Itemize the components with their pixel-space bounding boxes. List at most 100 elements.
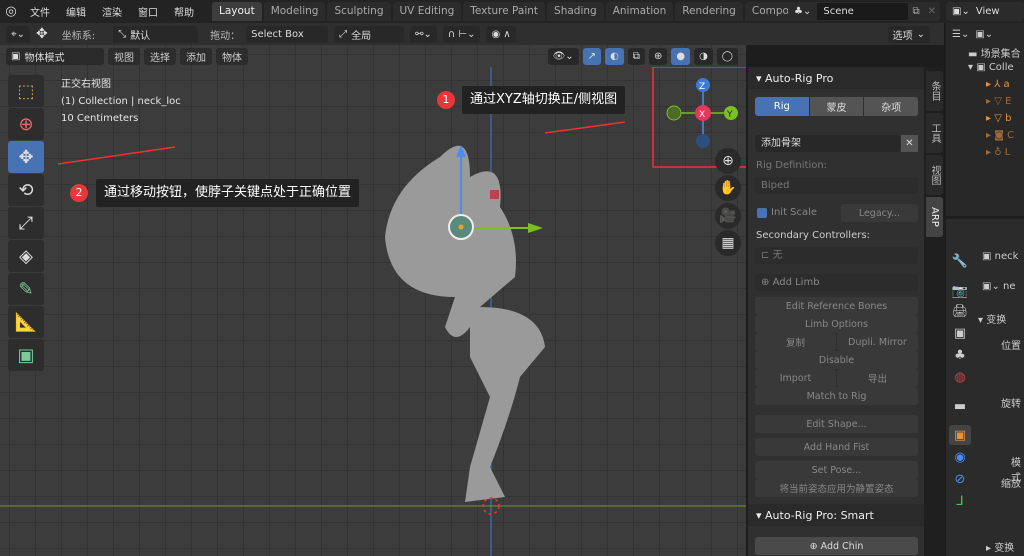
transform-section[interactable]: ▾ 变换 xyxy=(978,311,1006,326)
smart-panel-header[interactable]: ▾ Auto-Rig Pro: Smart xyxy=(748,504,924,526)
collection-row[interactable]: ▾ ▣ Colle xyxy=(946,62,1024,79)
tab-tool[interactable]: 工具 xyxy=(926,113,943,153)
init-scale-checkbox[interactable] xyxy=(757,208,767,218)
outliner-item[interactable]: ▸ ▽ E xyxy=(946,96,1024,113)
shading-solid[interactable]: ● xyxy=(671,47,691,65)
overlay-toggle[interactable]: ◐ xyxy=(605,47,624,65)
rig-definition-dropdown[interactable]: Biped xyxy=(755,177,918,194)
menu-object[interactable]: 物体 xyxy=(216,47,248,65)
physics-props-icon[interactable]: ◉ xyxy=(949,447,971,467)
blender-logo-icon[interactable]: ◎ xyxy=(0,4,22,19)
menu-window[interactable]: 窗口 xyxy=(130,4,166,19)
tab-rig[interactable]: Rig xyxy=(755,97,809,116)
view-layer-props-icon[interactable]: ▣ xyxy=(949,323,971,343)
menu-help[interactable]: 帮助 xyxy=(166,4,202,19)
snap-dropdown[interactable]: ∩ ⊢⌄ xyxy=(442,25,481,43)
transform-tool-dropdown[interactable]: ⌖⌄ xyxy=(6,25,31,43)
outliner-item[interactable]: ▸ ◙ C xyxy=(946,130,1024,147)
workspace-tab-uv-editing[interactable]: UV Editing xyxy=(392,2,462,21)
copy-button[interactable]: 复制 xyxy=(755,333,836,351)
world-props-icon[interactable]: ◍ xyxy=(949,367,971,387)
scene-props-icon[interactable]: ♣ xyxy=(949,345,971,365)
sidebar-tabs: 条目 工具 视图 ARP xyxy=(924,67,944,556)
copy-icon[interactable]: ⧉ xyxy=(908,6,923,17)
tab-item[interactable]: 条目 xyxy=(926,71,943,111)
display-mode-dropdown[interactable]: ☰⌄ xyxy=(952,29,969,40)
edit-reference-bones-button[interactable]: Edit Reference Bones xyxy=(755,297,918,315)
view-layer-name[interactable]: View xyxy=(976,6,1000,17)
legacy-button[interactable]: Legacy... xyxy=(841,204,918,222)
tab-arp[interactable]: ARP xyxy=(926,197,943,237)
import-button[interactable]: Import xyxy=(755,369,836,387)
add-armature-dropdown[interactable]: 添加骨架 xyxy=(755,135,900,152)
zoom-view-button[interactable]: ⊕ xyxy=(715,148,741,174)
secondary-controllers-dropdown[interactable]: ⊏ 无 xyxy=(755,247,918,264)
outliner-item[interactable]: ▸ ⅄ a xyxy=(946,79,1024,96)
menu-edit[interactable]: 编辑 xyxy=(58,4,94,19)
shading-material[interactable]: ◑ xyxy=(694,47,713,65)
object-name-field[interactable]: ▣⌄ ne xyxy=(982,281,1016,292)
workspace-tab-animation[interactable]: Animation xyxy=(605,2,674,21)
dupli-mirror-button[interactable]: Dupli. Mirror xyxy=(837,333,918,351)
options-dropdown[interactable]: 选项 ⌄ xyxy=(887,25,930,43)
output-props-icon[interactable]: 🖨 xyxy=(949,301,971,321)
visibility-dropdown[interactable]: 👁⌄ xyxy=(547,47,579,65)
remove-armature-button[interactable]: ✕ xyxy=(901,135,918,152)
data-props-icon[interactable]: ⅃ xyxy=(949,491,971,511)
pivot-dropdown[interactable]: ⤢ 全局 xyxy=(334,25,405,43)
constraints-props-icon[interactable]: ⊘ xyxy=(949,469,971,489)
collection-props-icon[interactable]: ▬ xyxy=(949,396,971,416)
menu-view[interactable]: 视图 xyxy=(108,47,140,65)
delta-transform-section[interactable]: ▸ 变换 xyxy=(986,539,1014,554)
gizmo-toggle[interactable]: ↗ xyxy=(582,47,602,65)
outliner-item[interactable]: ▸ ▽ b xyxy=(946,113,1024,130)
export-button[interactable]: 导出 xyxy=(837,369,918,387)
menu-select[interactable]: 选择 xyxy=(144,47,176,65)
workspace-tab-texture-paint[interactable]: Texture Paint xyxy=(463,2,546,21)
apply-rest-pose-button[interactable]: 将当前姿态应用为静置姿态 xyxy=(755,479,918,497)
tab-skin[interactable]: 蒙皮 xyxy=(809,97,864,116)
workspace-tab-sculpting[interactable]: Sculpting xyxy=(327,2,391,21)
pan-view-button[interactable]: ✋ xyxy=(715,175,741,201)
object-props-icon[interactable]: ▣ xyxy=(949,425,971,445)
tool-props-icon[interactable]: 🔧 xyxy=(949,251,971,271)
outliner-item[interactable]: ▸ ♁ L xyxy=(946,147,1024,164)
workspace-tab-rendering[interactable]: Rendering xyxy=(675,2,743,21)
tab-view[interactable]: 视图 xyxy=(926,155,943,195)
menu-add[interactable]: 添加 xyxy=(180,47,212,65)
set-pose-button[interactable]: Set Pose... xyxy=(755,461,918,479)
shading-wireframe[interactable]: ⊕ xyxy=(648,47,668,65)
ortho-toggle-button[interactable]: ▦ xyxy=(715,230,741,256)
limb-options-button[interactable]: Limb Options xyxy=(755,315,918,333)
nav-gizmo-z-label: Z xyxy=(699,82,705,92)
filter-dropdown[interactable]: ▣⌄ xyxy=(975,29,993,40)
proportional-edit-dropdown[interactable]: ◉ ∧ xyxy=(486,25,516,43)
scene-selector[interactable]: ♣⌄ Scene ⧉ ✕ xyxy=(788,2,940,21)
scene-icon: ♣⌄ xyxy=(794,6,812,17)
panel-header[interactable]: ▾ Auto-Rig Pro xyxy=(748,67,924,89)
add-hand-fist-button[interactable]: Add Hand Fist xyxy=(755,438,918,456)
camera-view-button[interactable]: 🎥 xyxy=(715,203,741,229)
workspace-tab-shading[interactable]: Shading xyxy=(547,2,604,21)
mode-dropdown[interactable]: ▣ 物体模式 xyxy=(6,47,104,65)
add-chin-button[interactable]: ⊕ Add Chin xyxy=(755,537,918,555)
shading-rendered[interactable]: ◯ xyxy=(716,47,738,65)
render-props-icon[interactable]: 📷 xyxy=(949,281,971,301)
scene-collection-row[interactable]: ▬ 场景集合 xyxy=(946,45,1024,62)
workspace-tab-layout[interactable]: Layout xyxy=(212,2,262,21)
edit-shape-button[interactable]: Edit Shape... xyxy=(755,415,918,433)
close-icon[interactable]: ✕ xyxy=(924,6,940,17)
disable-button[interactable]: Disable xyxy=(755,351,918,369)
add-limb-dropdown[interactable]: ⊕ Add Limb xyxy=(755,274,918,291)
match-to-rig-button[interactable]: Match to Rig xyxy=(755,387,918,405)
menu-render[interactable]: 渲染 xyxy=(94,4,130,19)
workspace-tab-modeling[interactable]: Modeling xyxy=(263,2,326,21)
tab-misc[interactable]: 杂项 xyxy=(864,97,919,116)
view-layer-selector[interactable]: ▣⌄ View xyxy=(946,2,1024,21)
coord-dropdown[interactable]: ⤡ 默认 xyxy=(113,25,199,43)
pivot-point-dropdown[interactable]: ⚯⌄ xyxy=(410,25,437,43)
scene-name-field[interactable]: Scene xyxy=(817,3,909,20)
drag-dropdown[interactable]: Select Box xyxy=(246,25,329,43)
xray-toggle[interactable]: ⧉ xyxy=(627,47,645,65)
menu-file[interactable]: 文件 xyxy=(22,4,58,19)
